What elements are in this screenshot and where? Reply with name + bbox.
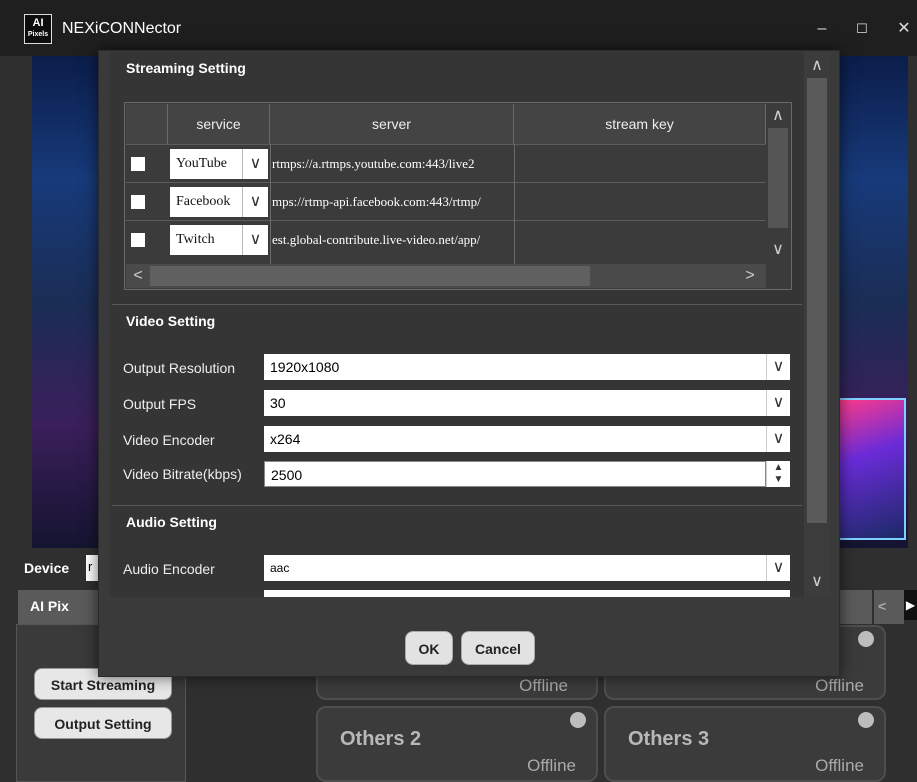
spin-stepper-icon[interactable]: ▲ ▼ xyxy=(766,461,790,487)
destination-card-others-2[interactable]: Others 2 Offline xyxy=(316,706,598,782)
card-name: Others 2 xyxy=(340,728,422,750)
table-header-server: server xyxy=(270,104,514,144)
row-checkbox[interactable] xyxy=(131,233,145,247)
table-vertical-scrollbar[interactable]: ∧ ∨ xyxy=(766,104,790,264)
output-resolution-label: Output Resolution xyxy=(123,360,236,376)
output-fps-select[interactable]: 30 xyxy=(264,390,766,416)
chevron-down-icon[interactable]: ∨ xyxy=(766,426,790,452)
table-row: Twitch ∨ est.global-contribute.live-vide… xyxy=(126,220,766,264)
output-resolution-select[interactable]: 1920x1080 xyxy=(264,354,766,380)
close-icon[interactable]: ✕ xyxy=(892,18,916,40)
cancel-button[interactable]: Cancel xyxy=(461,631,535,665)
scroll-down-icon[interactable]: ∨ xyxy=(807,572,827,592)
card-name: Others 3 xyxy=(628,728,710,750)
status-dot-icon xyxy=(858,712,874,728)
device-label: Device xyxy=(24,560,70,576)
card-status: Offline xyxy=(815,676,864,695)
row-checkbox[interactable] xyxy=(131,157,145,171)
section-divider xyxy=(112,304,802,305)
table-header-stream-key: stream key xyxy=(514,104,766,144)
chevron-down-icon[interactable]: ∨ xyxy=(242,225,268,255)
card-status: Offline xyxy=(519,676,568,695)
scroll-right-icon[interactable]: > xyxy=(740,266,760,286)
server-cell[interactable]: est.global-contribute.live-video.net/app… xyxy=(272,221,512,259)
dialog-vertical-scrollbar[interactable]: ∧ ∨ xyxy=(804,52,830,597)
card-status: Offline xyxy=(527,756,576,775)
audio-encoder-label: Audio Encoder xyxy=(123,561,215,577)
scrollbar-thumb[interactable] xyxy=(807,78,827,523)
status-dot-icon xyxy=(858,631,874,647)
video-bitrate-input[interactable]: 2500 xyxy=(264,461,766,487)
scroll-up-icon[interactable]: ∧ xyxy=(768,106,788,126)
column-divider xyxy=(514,144,515,264)
video-preview-left xyxy=(32,56,100,548)
table-row: Facebook ∨ mps://rtmp-api.facebook.com:4… xyxy=(126,182,766,220)
tab-scroll-right-icon[interactable]: ▶ xyxy=(904,590,917,620)
minimize-icon[interactable]: – xyxy=(810,18,834,40)
scroll-down-icon[interactable]: ∨ xyxy=(768,240,788,260)
audio-setting-title: Audio Setting xyxy=(126,514,217,530)
server-cell[interactable]: mps://rtmp-api.facebook.com:443/rtmp/ xyxy=(272,183,512,221)
row-checkbox[interactable] xyxy=(131,195,145,209)
video-encoder-label: Video Encoder xyxy=(123,432,215,448)
card-status: Offline xyxy=(815,756,864,775)
section-divider xyxy=(112,505,802,506)
video-bitrate-label: Video Bitrate(kbps) xyxy=(123,466,242,482)
column-divider xyxy=(270,144,271,264)
server-cell[interactable]: rtmps://a.rtmps.youtube.com:443/live2 xyxy=(272,145,512,183)
audio-encoder-select[interactable]: aac xyxy=(264,555,766,581)
chevron-down-icon[interactable]: ∨ xyxy=(242,149,268,179)
chevron-down-icon[interactable]: ∨ xyxy=(766,390,790,416)
tab-ai-pixels[interactable]: AI Pix xyxy=(18,590,100,624)
scrollbar-thumb[interactable] xyxy=(150,266,590,286)
chevron-down-icon[interactable]: ∨ xyxy=(242,187,268,217)
status-dot-icon xyxy=(570,712,586,728)
table-row: YouTube ∨ rtmps://a.rtmps.youtube.com:44… xyxy=(126,144,766,182)
camera-thumbnail xyxy=(836,398,906,540)
table-header-service: service xyxy=(168,104,270,144)
table-horizontal-scrollbar[interactable]: < > xyxy=(126,264,766,288)
table-header-select xyxy=(126,104,168,144)
window-title: NEXiCONNector xyxy=(62,20,182,37)
service-select[interactable]: Twitch xyxy=(170,225,242,255)
chevron-down-icon[interactable]: ∨ xyxy=(766,354,790,380)
service-select[interactable]: YouTube xyxy=(170,149,242,179)
output-fps-label: Output FPS xyxy=(123,396,197,412)
tab-next[interactable] xyxy=(838,590,872,624)
tab-scroll-left[interactable]: < xyxy=(874,590,904,624)
streaming-setting-title: Streaming Setting xyxy=(126,60,246,76)
service-select[interactable]: Facebook xyxy=(170,187,242,217)
ok-button[interactable]: OK xyxy=(405,631,453,665)
app-logo-icon: AI Pixels xyxy=(24,14,52,44)
next-field-partial xyxy=(264,590,790,597)
video-encoder-select[interactable]: x264 xyxy=(264,426,766,452)
video-setting-title: Video Setting xyxy=(126,313,216,329)
maximize-icon[interactable]: ☐ xyxy=(850,18,874,40)
chevron-down-icon[interactable]: ∨ xyxy=(766,555,790,581)
output-setting-button[interactable]: Output Setting xyxy=(34,707,172,739)
scroll-left-icon[interactable]: < xyxy=(128,266,148,286)
scroll-up-icon[interactable]: ∧ xyxy=(807,56,827,76)
destination-card-others-3[interactable]: Others 3 Offline xyxy=(604,706,886,782)
scrollbar-thumb[interactable] xyxy=(768,128,788,228)
